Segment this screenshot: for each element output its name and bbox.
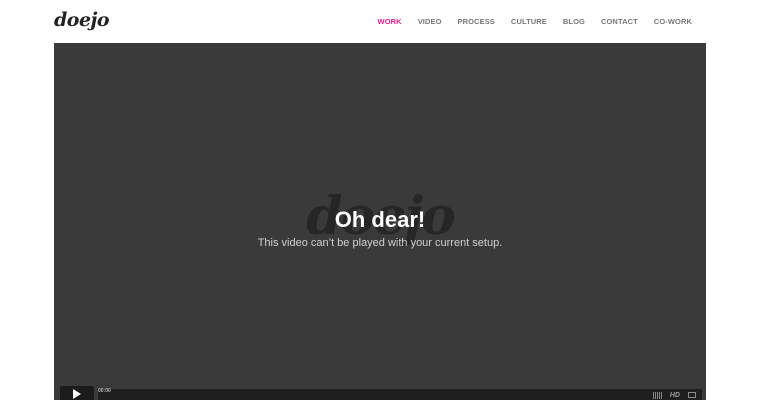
player-controls: 00:00 HD	[58, 385, 702, 400]
nav-process[interactable]: PROCESS	[458, 17, 495, 26]
nav-contact[interactable]: CONTACT	[601, 17, 638, 26]
nav-co-work[interactable]: CO-WORK	[654, 17, 692, 26]
volume-icon[interactable]	[653, 392, 662, 399]
error-message: This video can’t be played with your cur…	[257, 237, 503, 249]
time-display: 00:00	[98, 388, 111, 394]
fullscreen-icon[interactable]	[688, 392, 696, 398]
play-icon	[73, 389, 81, 399]
nav-blog[interactable]: BLOG	[563, 17, 585, 26]
nav-video[interactable]: VIDEO	[418, 17, 442, 26]
error-title: Oh dear!	[334, 207, 426, 232]
main-nav: WORK VIDEO PROCESS CULTURE BLOG CONTACT …	[378, 17, 692, 26]
play-button[interactable]	[60, 386, 94, 400]
nav-culture[interactable]: CULTURE	[511, 17, 547, 26]
hd-toggle[interactable]: HD	[670, 392, 680, 399]
progress-bar[interactable]	[98, 389, 702, 400]
video-player[interactable]: doejo Oh dear! This video can’t be playe…	[54, 43, 706, 400]
site-header: doejo WORK VIDEO PROCESS CULTURE BLOG CO…	[0, 0, 760, 43]
logo[interactable]: doejo	[54, 9, 110, 31]
nav-work[interactable]: WORK	[378, 17, 402, 26]
